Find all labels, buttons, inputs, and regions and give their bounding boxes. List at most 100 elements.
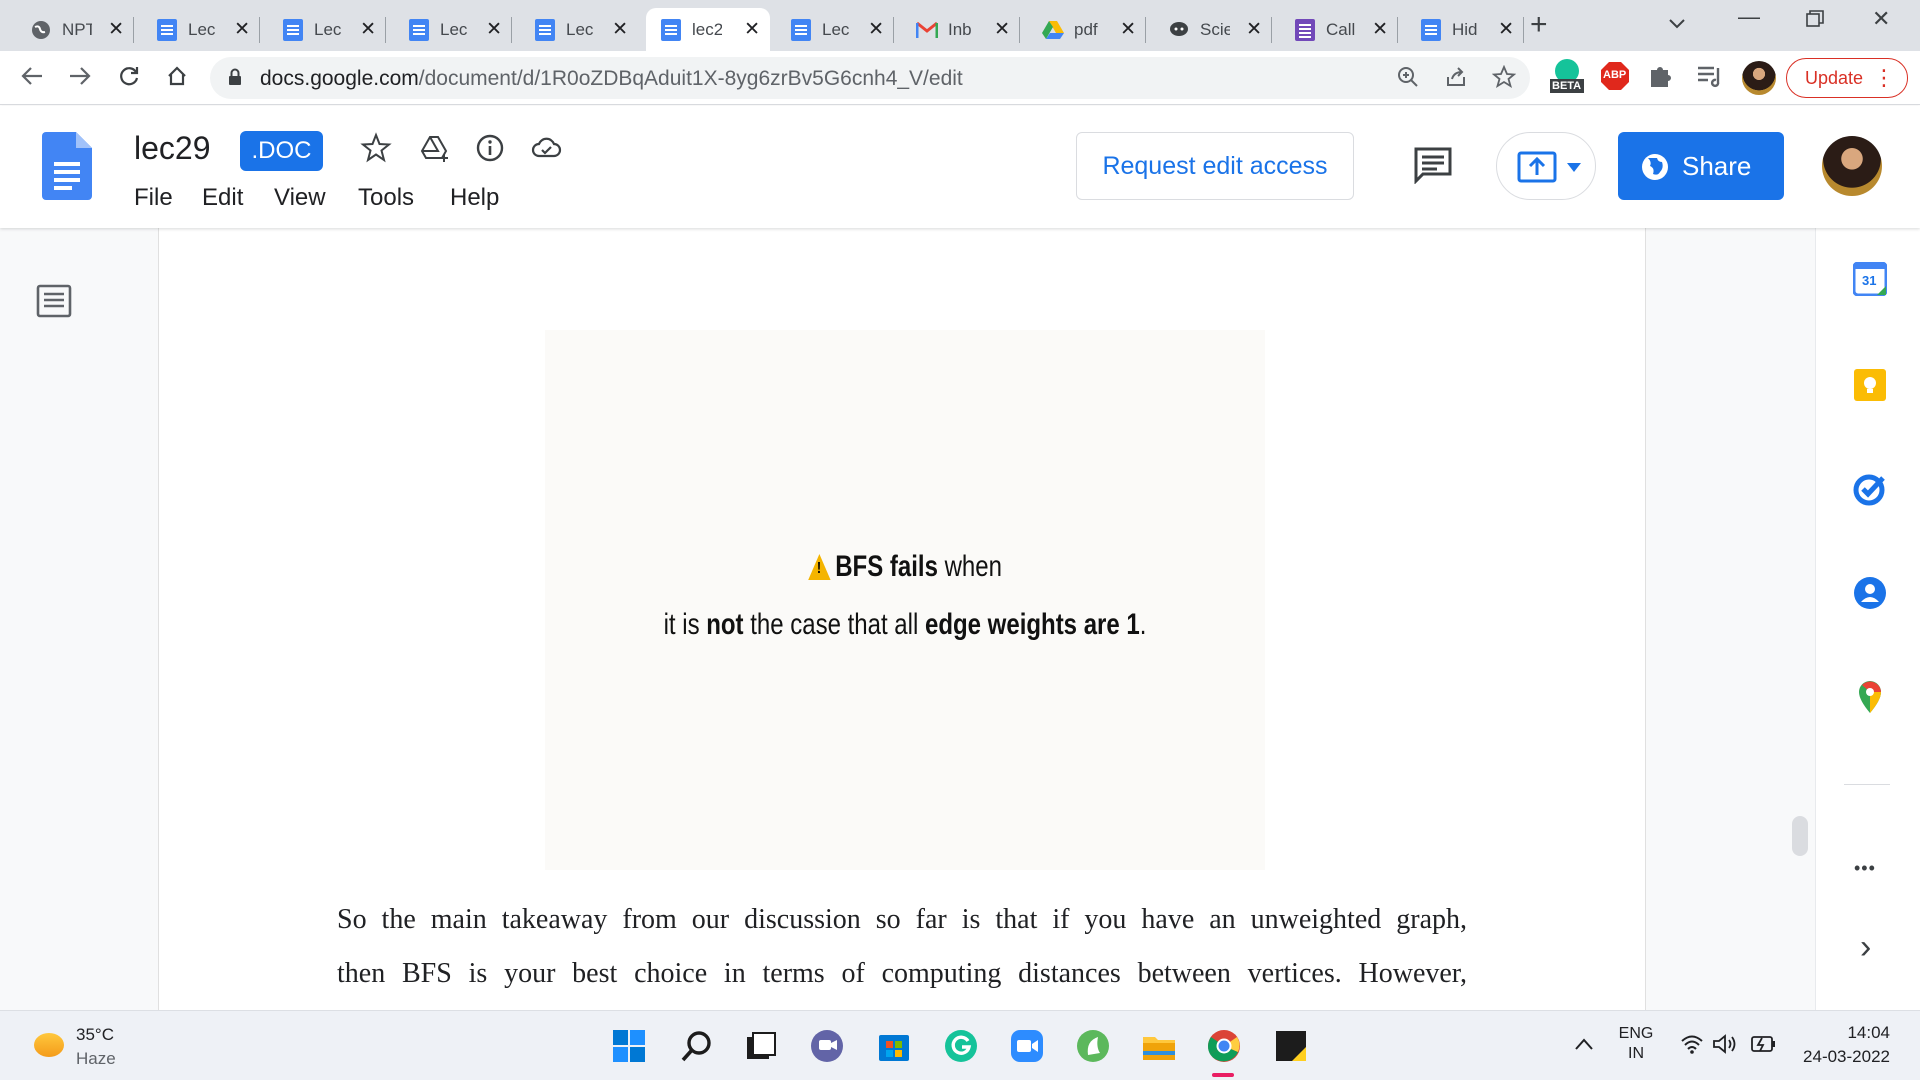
menu-help[interactable]: Help xyxy=(450,184,499,212)
menu-edit[interactable]: Edit xyxy=(202,184,243,212)
share-page-icon[interactable] xyxy=(1444,65,1468,95)
close-tab-icon[interactable]: ✕ xyxy=(486,18,502,41)
minimize-icon[interactable]: — xyxy=(1738,4,1760,30)
reload-icon[interactable] xyxy=(118,63,140,94)
star-icon[interactable] xyxy=(360,132,392,164)
restore-icon[interactable] xyxy=(1806,8,1824,34)
chrome-icon[interactable] xyxy=(1207,1029,1241,1063)
embedded-image[interactable]: BFS fails when it is not the case that a… xyxy=(545,330,1265,870)
volume-icon[interactable] xyxy=(1712,1033,1738,1055)
sticky-notes-icon[interactable] xyxy=(1274,1029,1308,1063)
task-view-icon[interactable] xyxy=(744,1029,778,1063)
close-tab-icon[interactable]: ✕ xyxy=(234,18,250,41)
close-tab-icon[interactable]: ✕ xyxy=(1246,18,1262,41)
tab-hid[interactable]: Hid ✕ xyxy=(1406,8,1524,51)
new-tab-button[interactable]: + xyxy=(1530,8,1548,42)
close-window-icon[interactable]: ✕ xyxy=(1872,6,1890,32)
google-tasks-icon[interactable] xyxy=(1853,472,1887,506)
docs-icon xyxy=(790,18,812,41)
language-indicator[interactable]: ENG IN xyxy=(1616,1025,1656,1063)
teams-chat-icon[interactable] xyxy=(810,1029,844,1063)
close-tab-icon[interactable]: ✕ xyxy=(612,18,628,41)
url-path: /document/d/1R0oZDBqAduit1X-8yg6zrBv5G6c… xyxy=(418,67,963,90)
tab-title: lec2 xyxy=(692,19,722,39)
document-canvas: BFS fails when it is not the case that a… xyxy=(0,228,1920,1010)
present-button[interactable] xyxy=(1496,132,1596,200)
add-to-drive-icon[interactable] xyxy=(418,132,450,164)
document-outline-icon[interactable] xyxy=(36,284,72,318)
update-button[interactable]: Update ⋮ xyxy=(1786,58,1908,98)
grammarly-icon[interactable] xyxy=(944,1029,978,1063)
grammarly-beta-extension-icon[interactable]: BETA xyxy=(1546,55,1588,102)
address-bar[interactable]: docs.google.com/document/d/1R0oZDBqAduit… xyxy=(210,57,1530,99)
profile-avatar[interactable] xyxy=(1742,61,1776,95)
tab-search-chevron-icon[interactable] xyxy=(1668,10,1686,36)
tab-lec-1[interactable]: Lec ✕ xyxy=(142,8,260,51)
tab-title: Inb xyxy=(948,19,972,39)
close-tab-icon[interactable]: ✕ xyxy=(360,18,376,41)
request-edit-access-button[interactable]: Request edit access xyxy=(1076,132,1354,200)
browser-tab-strip: NPT ✕ Lec ✕ Lec ✕ Lec ✕ Lec ✕ lec2 ✕ Lec… xyxy=(0,0,1920,51)
battery-icon[interactable] xyxy=(1748,1035,1776,1053)
system-clock[interactable]: 14:04 24-03-2022 xyxy=(1780,1023,1890,1067)
tab-npt[interactable]: NPT ✕ xyxy=(16,8,134,51)
close-tab-icon[interactable]: ✕ xyxy=(1120,18,1136,41)
google-contacts-icon[interactable] xyxy=(1853,576,1887,610)
search-icon[interactable] xyxy=(680,1029,714,1063)
media-control-icon[interactable] xyxy=(1696,64,1724,93)
adblock-plus-icon[interactable]: ABP xyxy=(1600,61,1630,96)
extensions-puzzle-icon[interactable] xyxy=(1648,62,1674,95)
file-type-badge: .DOC xyxy=(240,131,323,171)
tab-lec29-active[interactable]: lec2 ✕ xyxy=(646,8,770,51)
forward-icon[interactable] xyxy=(68,63,92,94)
menu-tools[interactable]: Tools xyxy=(358,184,414,212)
bookmark-star-icon[interactable] xyxy=(1491,64,1517,95)
close-tab-icon[interactable]: ✕ xyxy=(108,18,124,41)
zoom-icon[interactable] xyxy=(1396,65,1420,95)
home-icon[interactable] xyxy=(166,63,188,94)
close-tab-icon[interactable]: ✕ xyxy=(744,18,760,41)
lang-bottom: IN xyxy=(1628,1045,1644,1062)
expand-side-panel-icon[interactable]: › xyxy=(1860,928,1871,967)
tab-lec-2[interactable]: Lec ✕ xyxy=(268,8,386,51)
lang-top: ENG xyxy=(1618,1025,1654,1042)
menu-file[interactable]: File xyxy=(134,184,173,212)
close-tab-icon[interactable]: ✕ xyxy=(1372,18,1388,41)
tab-drive[interactable]: pdf ✕ xyxy=(1028,8,1146,51)
google-maps-icon[interactable] xyxy=(1853,680,1887,714)
tab-science[interactable]: Scie ✕ xyxy=(1154,8,1272,51)
vertical-scrollbar-thumb[interactable] xyxy=(1792,816,1808,856)
tab-lec-4[interactable]: Lec ✕ xyxy=(520,8,638,51)
document-title[interactable]: lec29 xyxy=(134,130,211,167)
tab-gmail[interactable]: Inb ✕ xyxy=(902,8,1020,51)
account-avatar[interactable] xyxy=(1822,136,1882,196)
present-upload-icon xyxy=(1517,151,1557,183)
cloud-status-icon[interactable] xyxy=(530,132,562,164)
share-button[interactable]: Share xyxy=(1618,132,1784,200)
zoom-app-icon[interactable] xyxy=(1010,1029,1044,1063)
lock-icon[interactable] xyxy=(228,68,242,86)
more-options-icon[interactable]: ••• xyxy=(1854,858,1876,879)
url-text[interactable]: docs.google.com/document/d/1R0oZDBqAduit… xyxy=(260,67,963,91)
windows-start-icon[interactable] xyxy=(612,1029,646,1063)
tab-lec-3[interactable]: Lec ✕ xyxy=(394,8,512,51)
close-tab-icon[interactable]: ✕ xyxy=(1498,18,1514,41)
google-calendar-icon[interactable]: 31 xyxy=(1852,261,1888,297)
google-keep-icon[interactable] xyxy=(1853,368,1887,402)
file-explorer-icon[interactable] xyxy=(1142,1029,1176,1063)
globe-icon xyxy=(30,19,52,41)
back-icon[interactable] xyxy=(20,63,44,94)
present-dropdown-icon[interactable] xyxy=(1567,163,1581,172)
close-tab-icon[interactable]: ✕ xyxy=(994,18,1010,41)
wifi-icon[interactable] xyxy=(1680,1033,1704,1055)
microsoft-store-icon[interactable] xyxy=(877,1029,911,1063)
close-tab-icon[interactable]: ✕ xyxy=(868,18,884,41)
tab-call[interactable]: Call ✕ xyxy=(1280,8,1398,51)
tab-lec-5[interactable]: Lec ✕ xyxy=(776,8,894,51)
show-hidden-icons-chevron-icon[interactable] xyxy=(1574,1037,1594,1051)
google-docs-logo-icon[interactable] xyxy=(42,132,92,200)
comment-history-icon[interactable] xyxy=(1413,146,1453,184)
menu-view[interactable]: View xyxy=(274,184,326,212)
evernote-icon[interactable] xyxy=(1076,1029,1110,1063)
info-icon[interactable] xyxy=(474,132,506,164)
